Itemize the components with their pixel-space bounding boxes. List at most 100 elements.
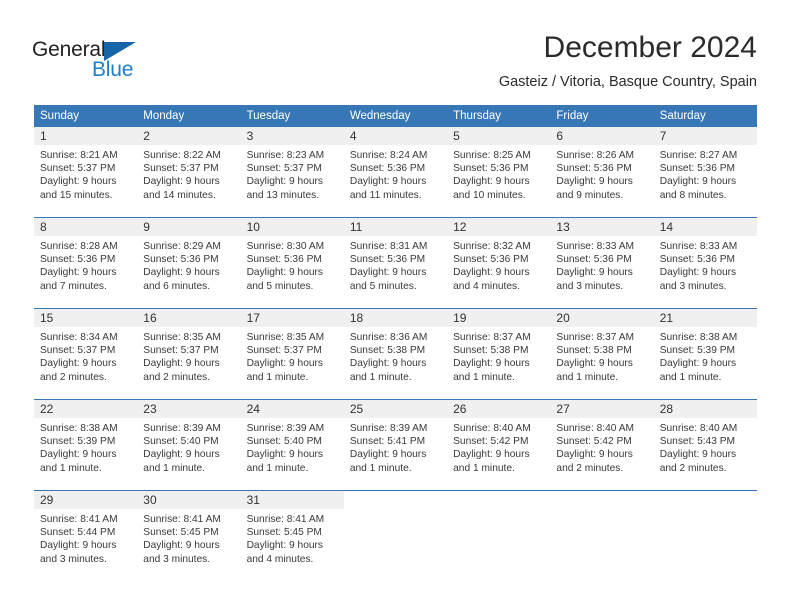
day-number: 13 [550,218,654,236]
day-number: 21 [653,309,757,327]
daylight-text-line1: Daylight: 9 hours [143,449,220,461]
calendar-day-cell[interactable]: 24 Sunrise: 8:39 AM Sunset: 5:40 PM Dayligh… [240,400,344,490]
day-details: Sunrise: 8:41 AM Sunset: 5:45 PM Daylight:… [241,509,344,566]
weekday-header-monday: Monday [137,105,241,127]
daylight-text-line2: and 4 minutes. [453,280,520,292]
sunset-text: Sunset: 5:45 PM [143,527,219,539]
sunrise-text: Sunrise: 8:39 AM [143,423,221,434]
daylight-text-line1: Daylight: 9 hours [556,358,633,370]
sunrise-text: Sunrise: 8:38 AM [659,332,738,343]
sunset-text: Sunset: 5:39 PM [40,436,116,448]
day-number: 16 [137,309,241,327]
day-details: Sunrise: 8:39 AM Sunset: 5:40 PM Daylight:… [241,418,344,475]
daylight-text-line1: Daylight: 9 hours [349,267,427,279]
logo-text-blue: Blue [92,58,134,81]
calendar-day-cell[interactable]: 19 Sunrise: 8:37 AM Sunset: 5:38 PM Dayligh… [447,309,551,399]
sunset-text: Sunset: 5:38 PM [349,345,426,357]
daylight-text-line1: Daylight: 9 hours [349,358,427,370]
calendar-day-cell[interactable]: 9 Sunrise: 8:29 AM Sunset: 5:36 PM Daylight… [137,218,241,308]
day-number: 23 [137,400,241,418]
daylight-text-line2: and 1 minute. [143,462,206,474]
calendar-day-cell[interactable]: 29 Sunrise: 8:41 AM Sunset: 5:44 PM Dayligh… [34,491,138,581]
sunrise-text: Sunrise: 8:40 AM [659,423,738,434]
day-number: 15 [34,309,138,327]
day-number: 26 [447,400,551,418]
calendar-day-cell[interactable]: 15 Sunrise: 8:34 AM Sunset: 5:37 PM Dayligh… [34,309,138,399]
calendar-day-cell[interactable]: 30 Sunrise: 8:41 AM Sunset: 5:45 PM Dayligh… [137,491,241,581]
calendar-day-cell[interactable]: 21 Sunrise: 8:38 AM Sunset: 5:39 PM Dayligh… [653,309,757,399]
calendar-day-cell[interactable]: 23 Sunrise: 8:39 AM Sunset: 5:40 PM Dayligh… [137,400,241,490]
daylight-text-line2: and 2 minutes. [556,462,624,474]
calendar-day-cell[interactable]: 11 Sunrise: 8:31 AM Sunset: 5:36 PM Dayligh… [343,218,448,308]
sunset-text: Sunset: 5:45 PM [246,527,322,539]
calendar-day-cell[interactable]: 27 Sunrise: 8:40 AM Sunset: 5:42 PM Dayligh… [550,400,654,490]
sunset-text: Sunset: 5:36 PM [246,254,322,266]
calendar-day-cell[interactable]: 20 Sunrise: 8:37 AM Sunset: 5:38 PM Dayligh… [550,309,654,399]
sunset-text: Sunset: 5:37 PM [143,163,219,175]
sunset-text: Sunset: 5:36 PM [453,163,529,175]
sunrise-text: Sunrise: 8:40 AM [453,423,531,434]
sunset-text: Sunset: 5:42 PM [556,436,632,448]
calendar-day-cell[interactable]: 5 Sunrise: 8:25 AM Sunset: 5:36 PM Daylight… [447,127,551,217]
sunrise-text: Sunrise: 8:28 AM [40,241,118,252]
calendar-day-cell[interactable]: 4 Sunrise: 8:24 AM Sunset: 5:36 PM Daylight… [343,127,448,217]
day-details: Sunrise: 8:35 AM Sunset: 5:37 PM Daylight:… [241,327,344,384]
sunset-text: Sunset: 5:37 PM [40,163,116,175]
day-details: Sunrise: 8:39 AM Sunset: 5:40 PM Daylight:… [137,418,240,475]
calendar-day-cell[interactable]: 3 Sunrise: 8:23 AM Sunset: 5:37 PM Daylight… [240,127,344,217]
calendar-day-cell[interactable]: 12 Sunrise: 8:32 AM Sunset: 5:36 PM Dayligh… [447,218,551,308]
daylight-text-line2: and 15 minutes. [40,189,113,201]
daylight-text-line2: and 8 minutes. [659,189,727,201]
daylight-text-line2: and 9 minutes. [556,189,624,201]
day-number: 8 [34,218,138,236]
calendar-day-cell[interactable]: 22 Sunrise: 8:38 AM Sunset: 5:39 PM Dayligh… [34,400,138,490]
day-details: Sunrise: 8:37 AM Sunset: 5:38 PM Daylight:… [447,327,550,384]
day-number: 24 [240,400,344,418]
calendar-day-cell[interactable]: 17 Sunrise: 8:35 AM Sunset: 5:37 PM Dayligh… [240,309,344,399]
calendar-day-cell[interactable]: 31 Sunrise: 8:41 AM Sunset: 5:45 PM Dayligh… [240,491,344,581]
calendar-day-cell[interactable]: 25 Sunrise: 8:39 AM Sunset: 5:41 PM Dayligh… [343,400,448,490]
day-details: Sunrise: 8:21 AM Sunset: 5:37 PM Daylight:… [34,145,137,202]
weekday-header-tuesday: Tuesday [240,105,344,127]
sunrise-text: Sunrise: 8:33 AM [659,241,738,252]
day-number: 10 [240,218,344,236]
sunrise-text: Sunrise: 8:26 AM [556,150,634,161]
sunset-text: Sunset: 5:42 PM [453,436,529,448]
calendar-day-cell[interactable]: 14 Sunrise: 8:33 AM Sunset: 5:36 PM Dayligh… [653,218,757,308]
day-details: Sunrise: 8:38 AM Sunset: 5:39 PM Daylight:… [34,418,137,475]
day-details: Sunrise: 8:35 AM Sunset: 5:37 PM Daylight:… [137,327,240,384]
calendar-week-row: 15 Sunrise: 8:34 AM Sunset: 5:37 PM Dayligh… [34,308,757,400]
daylight-text-line1: Daylight: 9 hours [143,358,220,370]
calendar-day-cell[interactable]: 10 Sunrise: 8:30 AM Sunset: 5:36 PM Dayligh… [240,218,344,308]
sunrise-text: Sunrise: 8:37 AM [453,332,531,343]
day-number: 31 [240,491,344,509]
daylight-text-line1: Daylight: 9 hours [40,358,117,370]
sunset-text: Sunset: 5:38 PM [556,345,632,357]
daylight-text-line1: Daylight: 9 hours [40,176,117,188]
calendar-day-cell[interactable]: 1 Sunrise: 8:21 AM Sunset: 5:37 PM Daylight… [34,127,138,217]
sunset-text: Sunset: 5:36 PM [143,254,219,266]
day-details: Sunrise: 8:38 AM Sunset: 5:39 PM Daylight:… [654,327,757,384]
calendar-day-cell[interactable]: 26 Sunrise: 8:40 AM Sunset: 5:42 PM Dayligh… [447,400,551,490]
title-block: December 2024 Gasteiz / Vitoria, Basque … [499,30,757,92]
daylight-text-line1: Daylight: 9 hours [659,358,737,370]
day-number: 9 [137,218,241,236]
day-number: 11 [343,218,448,236]
calendar-day-cell[interactable]: 16 Sunrise: 8:35 AM Sunset: 5:37 PM Dayligh… [137,309,241,399]
daylight-text-line1: Daylight: 9 hours [349,449,427,461]
calendar-day-cell[interactable]: 18 Sunrise: 8:36 AM Sunset: 5:38 PM Dayligh… [343,309,448,399]
calendar-day-cell[interactable]: 13 Sunrise: 8:33 AM Sunset: 5:36 PM Dayligh… [550,218,654,308]
daylight-text-line2: and 4 minutes. [246,553,314,565]
daylight-text-line1: Daylight: 9 hours [659,449,737,461]
weekday-header-saturday: Saturday [653,105,757,127]
calendar-day-cell[interactable]: 6 Sunrise: 8:26 AM Sunset: 5:36 PM Daylight… [550,127,654,217]
calendar-day-cell[interactable]: 28 Sunrise: 8:40 AM Sunset: 5:43 PM Dayligh… [653,400,757,490]
calendar-day-cell[interactable]: 2 Sunrise: 8:22 AM Sunset: 5:37 PM Daylight… [137,127,241,217]
daylight-text-line1: Daylight: 9 hours [556,449,633,461]
daylight-text-line2: and 1 minute. [556,371,619,383]
sunrise-text: Sunrise: 8:40 AM [556,423,634,434]
calendar-day-cell[interactable]: 8 Sunrise: 8:28 AM Sunset: 5:36 PM Daylight… [34,218,138,308]
calendar-body: 1 Sunrise: 8:21 AM Sunset: 5:37 PM Daylight… [34,127,757,581]
daylight-text-line2: and 14 minutes. [143,189,216,201]
calendar-day-cell[interactable]: 7 Sunrise: 8:27 AM Sunset: 5:36 PM Daylight… [653,127,757,217]
